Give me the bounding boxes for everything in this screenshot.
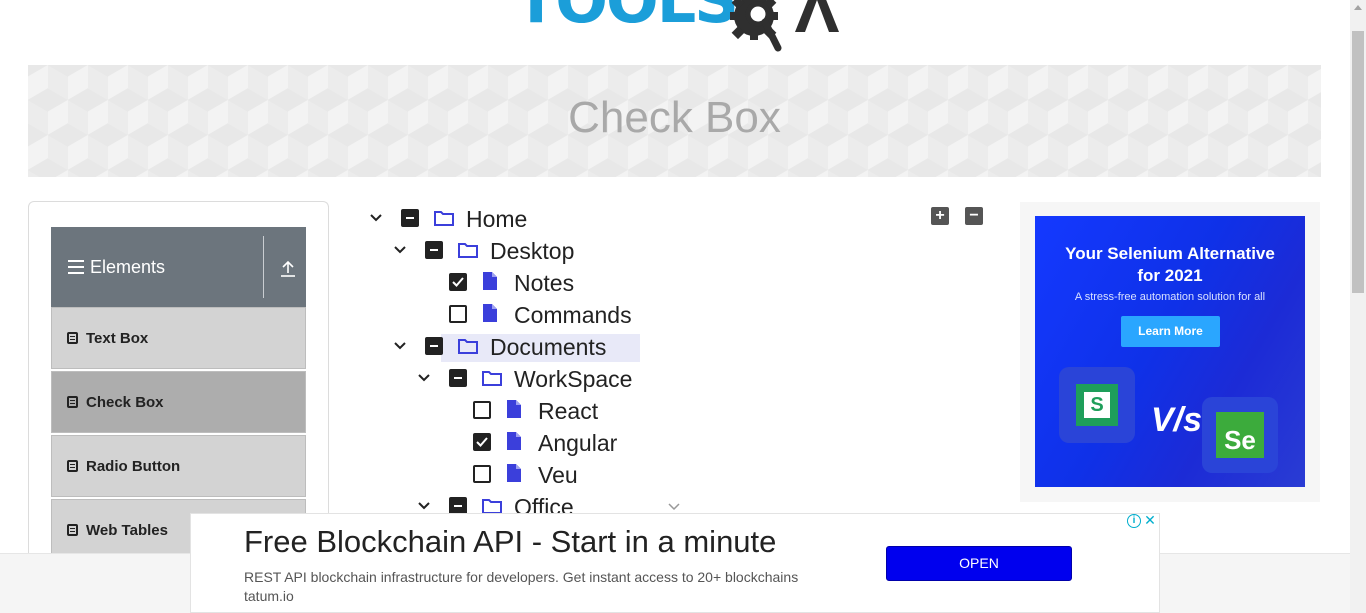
chevron-down-icon[interactable] (369, 211, 383, 225)
bottom-ad-description: REST API blockchain infrastructure for d… (244, 569, 799, 604)
chevron-down-icon[interactable] (393, 243, 407, 257)
tree-node-notes[interactable] (0, 268, 700, 296)
side-ad-headline: Your Selenium Alternative for 2021 (1065, 244, 1275, 285)
chevron-down-icon[interactable] (417, 371, 431, 385)
file-icon (483, 304, 497, 322)
scroll-hint-chevron-icon (668, 503, 680, 511)
side-ad[interactable]: Your Selenium Alternative for 2021 A str… (1035, 216, 1305, 487)
folder-icon (458, 243, 478, 258)
tree-node-label[interactable]: Angular (538, 429, 617, 457)
tree-node-label[interactable]: Desktop (490, 237, 574, 265)
tree-checkbox[interactable] (473, 465, 491, 483)
tree-node-veu[interactable] (0, 460, 700, 488)
katalon-logo-letter: S (1084, 392, 1110, 418)
file-icon (507, 464, 521, 482)
tree-node-label[interactable]: Commands (514, 301, 632, 329)
side-ad-subline: A stress-free automation solution for al… (1074, 291, 1266, 303)
bottom-ad-title[interactable]: Free Blockchain API - Start in a minute (244, 524, 776, 560)
ad-close-icon[interactable]: ✕ (1143, 513, 1157, 528)
page-scrollbar[interactable] (1350, 0, 1366, 613)
file-icon (507, 400, 521, 418)
tree-node-label[interactable]: Home (466, 205, 527, 233)
folder-icon (482, 371, 502, 386)
tree-checkbox[interactable] (401, 209, 419, 227)
tree-checkbox[interactable] (449, 305, 467, 323)
tree-node-label[interactable]: WorkSpace (514, 365, 632, 393)
folder-icon (434, 211, 454, 226)
tree-node-home[interactable] (0, 204, 700, 232)
tree-checkbox[interactable] (449, 369, 467, 387)
sidebar-item-label: Web Tables (86, 521, 168, 539)
tree-checkbox[interactable] (425, 337, 443, 355)
logo-tools-text: TOOLS (515, 0, 739, 37)
tree-checkbox[interactable] (473, 401, 491, 419)
open-button[interactable]: OPEN (886, 546, 1072, 581)
scroll-up-arrow-icon[interactable] (1354, 5, 1362, 10)
list-icon (67, 524, 78, 536)
selenium-logo: Se (1202, 397, 1278, 473)
logo-gear-icon (730, 0, 782, 52)
ad-info-icon[interactable]: i (1127, 514, 1141, 528)
tree-node-label[interactable]: Veu (538, 461, 578, 489)
toolsqa-logo[interactable]: TOOLS QA (515, 0, 840, 56)
tree-node-label[interactable]: Documents (490, 333, 606, 361)
folder-icon (482, 499, 502, 514)
page-title: Check Box (568, 93, 781, 142)
tree-checkbox[interactable] (449, 273, 467, 291)
logo-a-letter-icon (795, 0, 839, 32)
tree-checkbox[interactable] (425, 241, 443, 259)
katalon-logo: S (1059, 367, 1135, 443)
expand-all-button[interactable]: + (931, 207, 949, 225)
scroll-thumb[interactable] (1352, 31, 1364, 293)
collapse-all-button[interactable]: − (965, 207, 983, 225)
bottom-banner-ad[interactable]: Free Blockchain API - Start in a minute … (190, 513, 1160, 613)
versus-text: V/s (1151, 401, 1203, 439)
tree-node-desktop[interactable] (0, 236, 700, 264)
tree-node-label[interactable]: React (538, 397, 598, 425)
folder-icon (458, 339, 478, 354)
chevron-down-icon[interactable] (417, 499, 431, 513)
file-icon (507, 432, 521, 450)
chevron-down-icon[interactable] (393, 339, 407, 353)
learn-more-button[interactable]: Learn More (1121, 316, 1220, 347)
tree-checkbox[interactable] (473, 433, 491, 451)
tree-node-label[interactable]: Notes (514, 269, 574, 297)
file-icon (483, 272, 497, 290)
page-banner: Check Box (28, 65, 1321, 177)
selenium-logo-text: Se (1216, 412, 1264, 458)
